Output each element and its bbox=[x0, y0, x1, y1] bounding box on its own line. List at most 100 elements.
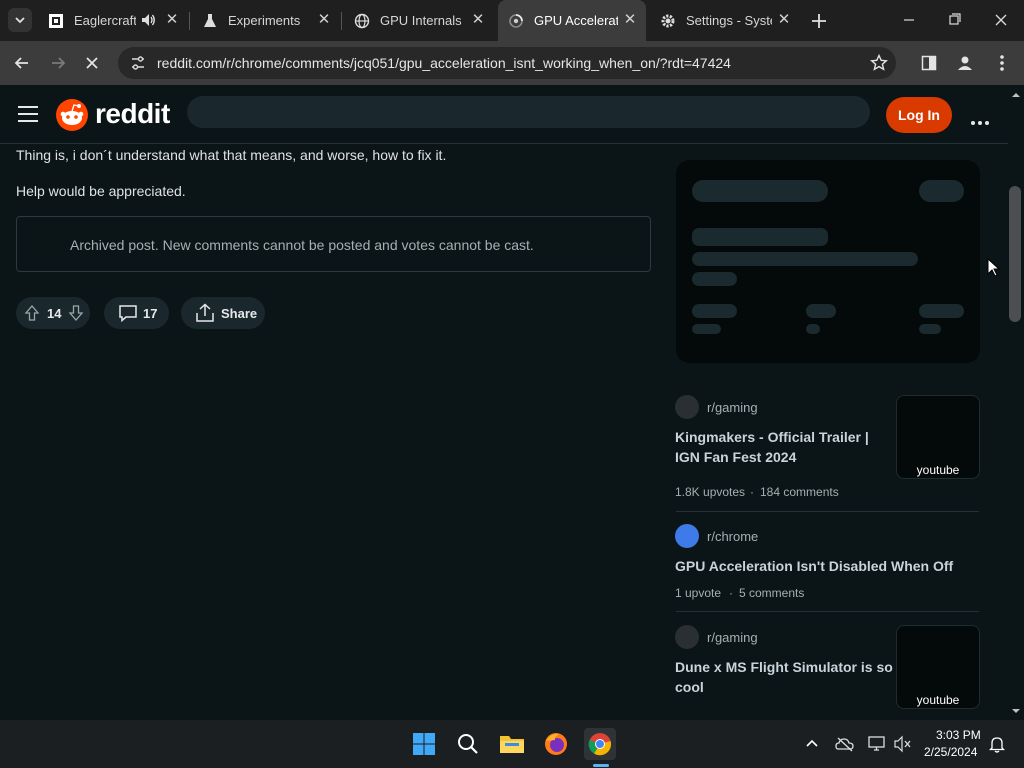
downvote-button[interactable] bbox=[68, 304, 84, 325]
close-tab-icon[interactable]: ✕ bbox=[316, 12, 332, 28]
windows-taskbar bbox=[0, 720, 1024, 768]
comment-count: 184 comments bbox=[760, 485, 839, 499]
tab-title: Eaglercraft bbox=[74, 13, 136, 28]
subreddit-name[interactable]: r/gaming bbox=[707, 400, 758, 415]
upvote-count: 1.8K upvotes bbox=[675, 485, 746, 499]
tab-title: GPU Acceleratio bbox=[534, 13, 618, 28]
restore-icon bbox=[949, 13, 961, 25]
browser-menu-button[interactable] bbox=[988, 49, 1016, 77]
network-icon[interactable] bbox=[867, 735, 887, 753]
start-button[interactable] bbox=[408, 728, 440, 760]
reddit-logo[interactable]: reddit bbox=[55, 98, 175, 132]
minimize-button[interactable] bbox=[894, 10, 924, 30]
tab-settings[interactable]: Settings - Syste ✕ bbox=[650, 0, 800, 41]
minimize-icon bbox=[904, 19, 914, 21]
speaker-icon[interactable] bbox=[140, 12, 156, 31]
bookmark-star-icon[interactable] bbox=[870, 53, 888, 77]
downvote-arrow-icon bbox=[68, 305, 84, 321]
share-button[interactable]: Share bbox=[181, 297, 265, 329]
volume-muted-icon[interactable] bbox=[893, 735, 913, 753]
upvote-count: 1 upvote bbox=[675, 586, 722, 600]
url-text[interactable]: reddit.com/r/chrome/comments/jcq051/gpu_… bbox=[157, 55, 731, 71]
clock-date[interactable]: 2/25/2024 bbox=[924, 745, 977, 759]
firefox-icon bbox=[545, 733, 567, 755]
scroll-up-arrow-icon[interactable] bbox=[1008, 89, 1024, 101]
ellipsis-icon bbox=[971, 121, 989, 125]
new-tab-button[interactable] bbox=[808, 10, 830, 32]
plus-icon bbox=[812, 14, 826, 28]
clock-time[interactable]: 3:03 PM bbox=[936, 728, 981, 742]
tab-search-button[interactable] bbox=[8, 8, 32, 32]
close-tab-icon[interactable]: ✕ bbox=[164, 12, 180, 28]
share-icon bbox=[196, 303, 214, 322]
divider bbox=[676, 511, 979, 512]
close-icon bbox=[995, 14, 1007, 26]
side-panel-button[interactable] bbox=[915, 49, 943, 77]
notification-bell-icon[interactable] bbox=[988, 735, 1006, 753]
show-hidden-icons-button[interactable] bbox=[804, 736, 820, 752]
scrollbar-thumb[interactable] bbox=[1009, 186, 1021, 322]
upvote-button[interactable] bbox=[24, 304, 40, 325]
video-thumbnail[interactable]: youtube bbox=[896, 395, 980, 479]
upvote-arrow-icon bbox=[24, 305, 40, 321]
search-input[interactable] bbox=[187, 96, 870, 128]
tab-gpu-internals[interactable]: GPU Internals ✕ bbox=[344, 0, 494, 41]
mouse-cursor-icon bbox=[987, 258, 1001, 277]
stop-loading-button[interactable] bbox=[78, 49, 106, 77]
chrome-button[interactable] bbox=[584, 728, 616, 760]
search-icon bbox=[458, 734, 478, 754]
subreddit-name[interactable]: r/chrome bbox=[707, 529, 758, 544]
forward-button[interactable] bbox=[44, 49, 72, 77]
firefox-button[interactable] bbox=[540, 728, 572, 760]
related-post-title[interactable]: Dune x MS Flight Simulator is so bbox=[675, 657, 893, 677]
back-button[interactable] bbox=[8, 49, 36, 77]
video-thumbnail[interactable]: youtube bbox=[896, 625, 980, 709]
subreddit-icon bbox=[675, 395, 699, 419]
loading-skeleton-card bbox=[676, 160, 980, 363]
tab-experiments[interactable]: Experiments ✕ bbox=[192, 0, 340, 41]
restore-button[interactable] bbox=[940, 10, 970, 30]
site-settings-icon[interactable] bbox=[130, 55, 146, 76]
page-scrollbar[interactable] bbox=[1008, 85, 1024, 720]
onedrive-icon[interactable] bbox=[835, 735, 855, 753]
scroll-down-arrow-icon[interactable] bbox=[1008, 705, 1024, 717]
close-tab-icon[interactable]: ✕ bbox=[776, 12, 792, 28]
chrome-icon bbox=[588, 733, 612, 756]
chevron-up-icon bbox=[806, 739, 818, 747]
flask-icon bbox=[202, 13, 218, 29]
comment-count: 17 bbox=[143, 306, 158, 321]
divider bbox=[676, 611, 979, 612]
close-window-button[interactable] bbox=[986, 10, 1016, 30]
subreddit-icon bbox=[675, 625, 699, 649]
tab-title: Experiments bbox=[228, 13, 301, 28]
search-button[interactable] bbox=[452, 728, 484, 760]
thumbnail-label: youtube bbox=[916, 463, 960, 477]
chevron-down-icon bbox=[15, 17, 25, 24]
subreddit-name[interactable]: r/gaming bbox=[707, 630, 758, 645]
tab-title: GPU Internals bbox=[380, 13, 462, 28]
hamburger-menu-button[interactable] bbox=[18, 106, 38, 122]
archived-notice: Archived post. New comments cannot be po… bbox=[16, 216, 651, 272]
tab-eaglercraft[interactable]: Eaglercraft ✕ bbox=[40, 0, 188, 41]
comments-button[interactable]: 17 bbox=[104, 297, 169, 329]
related-post-title[interactable]: IGN Fan Fest 2024 bbox=[675, 447, 796, 467]
post-text-line: Thing is, i don´t understand what that m… bbox=[16, 147, 447, 163]
side-panel-icon bbox=[921, 55, 937, 71]
file-explorer-button[interactable] bbox=[496, 728, 528, 760]
login-button[interactable]: Log In bbox=[886, 97, 952, 133]
archived-notice-text: Archived post. New comments cannot be po… bbox=[70, 237, 534, 253]
close-tab-icon[interactable]: ✕ bbox=[622, 12, 638, 28]
profile-button[interactable] bbox=[951, 49, 979, 77]
hamburger-icon bbox=[18, 106, 38, 122]
meta-separator: · bbox=[729, 586, 733, 600]
tab-strip: Eaglercraft ✕ Experiments ✕ GPU Internal… bbox=[0, 0, 1024, 41]
related-post-title[interactable]: GPU Acceleration Isn't Disabled When Off bbox=[675, 556, 953, 576]
close-tab-icon[interactable]: ✕ bbox=[470, 12, 486, 28]
reddit-wordmark: reddit bbox=[95, 98, 170, 129]
tab-gpu-acceleration[interactable]: GPU Acceleratio ✕ bbox=[498, 0, 646, 41]
address-bar[interactable]: reddit.com/r/chrome/comments/jcq051/gpu_… bbox=[118, 47, 896, 79]
comment-count: 5 comments bbox=[739, 586, 805, 600]
more-options-button[interactable] bbox=[970, 113, 990, 125]
related-post-title[interactable]: cool bbox=[675, 677, 704, 697]
related-post-title[interactable]: Kingmakers - Official Trailer | bbox=[675, 427, 869, 447]
